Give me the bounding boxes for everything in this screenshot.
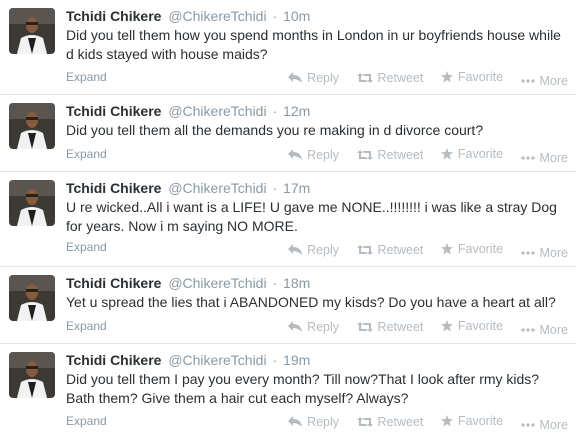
separator-dot: · [272, 352, 278, 368]
reply-button[interactable]: Reply [288, 71, 339, 85]
tweet-actions: Reply Retweet Favorite More [274, 242, 568, 260]
tweet-actions: Reply Retweet Favorite More [274, 414, 568, 432]
avatar[interactable] [9, 8, 55, 54]
author-handle[interactable]: @ChikereTchidi [168, 352, 266, 368]
tweet-timestamp[interactable]: 17m [283, 180, 310, 196]
retweet-icon [356, 417, 373, 427]
favorite-button[interactable]: Favorite [440, 242, 503, 256]
favorite-button[interactable]: Favorite [440, 147, 503, 161]
separator-dot: · [272, 275, 278, 291]
tweet-timestamp[interactable]: 18m [283, 275, 310, 291]
tweet-actions: Reply Retweet Favorite More [274, 319, 568, 337]
avatar[interactable] [9, 275, 55, 321]
retweet-button[interactable]: Retweet [356, 243, 423, 257]
separator-dot: · [272, 180, 278, 196]
tweet-text: Did you tell them I pay you every month?… [66, 371, 540, 406]
tweet-timeline: Tchidi Chikere @ChikereTchidi · 10m Did … [0, 0, 576, 432]
reply-icon [288, 321, 303, 332]
retweet-icon [356, 245, 373, 255]
more-dots-icon [520, 156, 535, 160]
separator-dot: · [272, 8, 278, 24]
expand-link[interactable]: Expand [66, 240, 107, 254]
avatar[interactable] [9, 352, 55, 398]
retweet-icon [356, 73, 373, 83]
retweet-icon [356, 150, 373, 160]
tweet-text: Did you tell them how you spend months i… [66, 27, 561, 62]
tweet-timestamp[interactable]: 19m [283, 352, 310, 368]
more-button[interactable]: More [520, 246, 568, 260]
retweet-button[interactable]: Retweet [356, 320, 423, 334]
more-button[interactable]: More [520, 323, 568, 337]
star-icon [440, 148, 453, 160]
author-name[interactable]: Tchidi Chikere [66, 8, 161, 24]
tweet-text: U re wicked..All i want is a LIFE! U gav… [66, 199, 557, 234]
reply-icon [288, 149, 303, 160]
tweet-text: Yet u spread the lies that i ABANDONED m… [66, 294, 556, 310]
reply-button[interactable]: Reply [288, 148, 339, 162]
author-name[interactable]: Tchidi Chikere [66, 352, 161, 368]
author-name[interactable]: Tchidi Chikere [66, 103, 161, 119]
author-handle[interactable]: @ChikereTchidi [168, 103, 266, 119]
author-name[interactable]: Tchidi Chikere [66, 275, 161, 291]
tweet[interactable]: Tchidi Chikere @ChikereTchidi · 18m Yet … [0, 267, 576, 344]
tweet-text: Did you tell them all the demands you re… [66, 122, 484, 138]
reply-icon [288, 244, 303, 255]
retweet-button[interactable]: Retweet [356, 415, 423, 429]
avatar[interactable] [9, 180, 55, 226]
more-button[interactable]: More [520, 74, 568, 88]
author-name[interactable]: Tchidi Chikere [66, 180, 161, 196]
more-dots-icon [520, 79, 535, 83]
expand-link[interactable]: Expand [66, 414, 107, 428]
star-icon [440, 320, 453, 332]
tweet-timestamp[interactable]: 10m [283, 8, 310, 24]
expand-link[interactable]: Expand [66, 70, 107, 84]
tweet-timestamp[interactable]: 12m [283, 103, 310, 119]
author-handle[interactable]: @ChikereTchidi [168, 8, 266, 24]
star-icon [440, 71, 453, 83]
tweet[interactable]: Tchidi Chikere @ChikereTchidi · 17m U re… [0, 172, 576, 267]
star-icon [440, 415, 453, 427]
more-button[interactable]: More [520, 151, 568, 165]
reply-button[interactable]: Reply [288, 243, 339, 257]
reply-button[interactable]: Reply [288, 320, 339, 334]
reply-icon [288, 416, 303, 427]
reply-icon [288, 72, 303, 83]
retweet-button[interactable]: Retweet [356, 148, 423, 162]
tweet[interactable]: Tchidi Chikere @ChikereTchidi · 10m Did … [0, 0, 576, 95]
author-handle[interactable]: @ChikereTchidi [168, 180, 266, 196]
tweet[interactable]: Tchidi Chikere @ChikereTchidi · 12m Did … [0, 95, 576, 172]
author-handle[interactable]: @ChikereTchidi [168, 275, 266, 291]
more-dots-icon [520, 251, 535, 255]
tweet-actions: Reply Retweet Favorite More [274, 147, 568, 165]
retweet-button[interactable]: Retweet [356, 71, 423, 85]
retweet-icon [356, 322, 373, 332]
star-icon [440, 243, 453, 255]
favorite-button[interactable]: Favorite [440, 70, 503, 84]
avatar[interactable] [9, 103, 55, 149]
more-dots-icon [520, 423, 535, 427]
favorite-button[interactable]: Favorite [440, 319, 503, 333]
reply-button[interactable]: Reply [288, 415, 339, 429]
tweet-actions: Reply Retweet Favorite More [274, 70, 568, 88]
more-dots-icon [520, 328, 535, 332]
more-button[interactable]: More [520, 418, 568, 432]
expand-link[interactable]: Expand [66, 319, 107, 333]
tweet[interactable]: Tchidi Chikere @ChikereTchidi · 19m Did … [0, 344, 576, 432]
favorite-button[interactable]: Favorite [440, 414, 503, 428]
separator-dot: · [272, 103, 278, 119]
expand-link[interactable]: Expand [66, 147, 107, 161]
